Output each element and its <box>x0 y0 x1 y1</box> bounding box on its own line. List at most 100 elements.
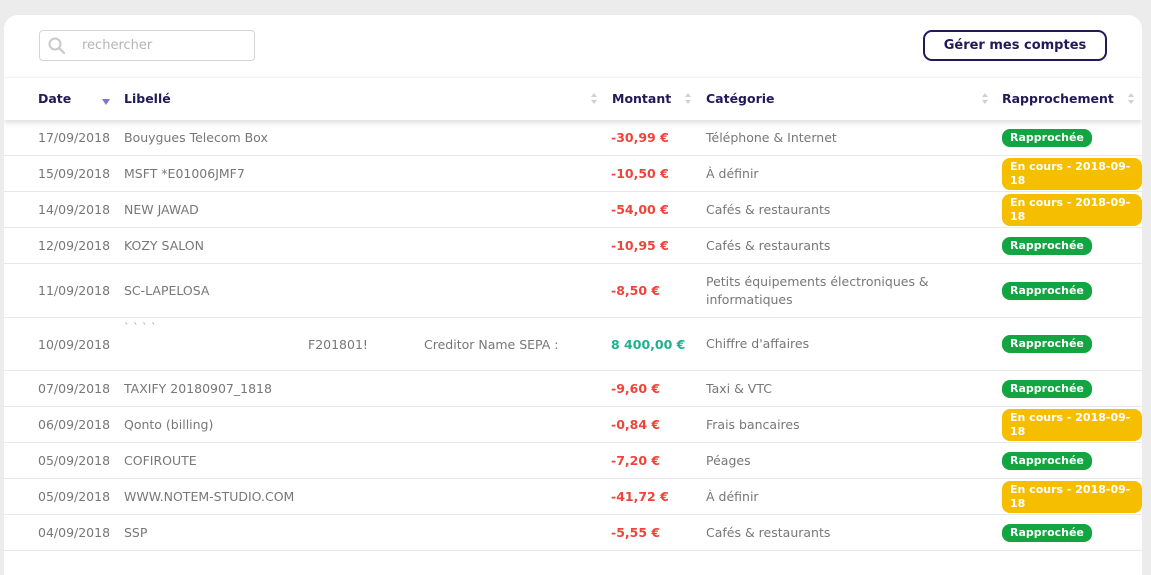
reconciliation-cell: En cours - 2018-09-18 <box>1002 407 1142 442</box>
table-row[interactable]: 14/09/2018 NEW JAWAD -54,00 € Cafés & re… <box>4 192 1142 228</box>
amount-cell: -41,72 € <box>611 489 669 504</box>
amount-cell: -7,20 € <box>611 453 661 468</box>
status-badge: Rapprochée <box>1002 236 1092 255</box>
status-badge: Rapprochée <box>1002 451 1092 470</box>
search-box[interactable] <box>39 30 255 61</box>
date-cell: 14/09/2018 <box>38 202 111 217</box>
date-cell: 15/09/2018 <box>38 166 111 181</box>
amount-cell: -9,60 € <box>611 381 661 396</box>
date-cell: 04/09/2018 <box>38 525 111 540</box>
reconciliation-cell: Rapprochée <box>1002 120 1092 155</box>
table-row[interactable]: 07/09/2018 TAXIFY 20180907_1818 -9,60 € … <box>4 371 1142 407</box>
category-cell[interactable]: Taxi & VTC <box>706 371 956 406</box>
reconciliation-cell: En cours - 2018-09-18 <box>1002 192 1142 227</box>
libelle-cell: SSP <box>124 525 148 540</box>
table-row[interactable]: 15/09/2018 MSFT *E01006JMF7 -10,50 € À d… <box>4 156 1142 192</box>
libelle-cell: Qonto (billing) <box>124 417 214 432</box>
date-cell: 07/09/2018 <box>38 381 111 396</box>
sort-icon[interactable] <box>685 93 692 105</box>
table-row[interactable]: 06/09/2018 Qonto (billing) -0,84 € Frais… <box>4 407 1142 443</box>
sort-desc-icon[interactable] <box>102 99 110 105</box>
search-icon <box>48 37 66 54</box>
transactions-card: Gérer mes comptes Date Libellé Montant C… <box>4 15 1142 575</box>
amount-cell: -54,00 € <box>611 202 669 217</box>
date-cell: 10/09/2018 <box>38 336 111 352</box>
search-input[interactable] <box>80 37 234 54</box>
column-libelle-label: Libellé <box>124 91 171 106</box>
date-cell: 12/09/2018 <box>38 238 111 253</box>
category-cell[interactable]: Téléphone & Internet <box>706 120 956 155</box>
status-badge: En cours - 2018-09-18 <box>1002 193 1142 226</box>
libelle-cell: KOZY SALON <box>124 238 204 253</box>
table-row[interactable]: 12/09/2018 KOZY SALON -10,95 € Cafés & r… <box>4 228 1142 264</box>
table-row[interactable]: 05/09/2018 WWW.NOTEM-STUDIO.COM -41,72 €… <box>4 479 1142 515</box>
status-badge: Rapprochée <box>1002 128 1092 147</box>
reconciliation-cell: En cours - 2018-09-18 <box>1002 156 1142 191</box>
sort-icon[interactable] <box>1128 93 1135 105</box>
table-row[interactable]: 11/09/2018 SC-LAPELOSA -8,50 € Petits éq… <box>4 264 1142 318</box>
libelle-cell: COFIROUTE <box>124 453 197 468</box>
table-row[interactable]: 04/09/2018 SSP -5,55 € Cafés & restauran… <box>4 515 1142 551</box>
amount-cell: -5,55 € <box>611 525 661 540</box>
date-cell: 06/09/2018 <box>38 417 111 432</box>
category-cell[interactable]: Petits équipements électroniques & infor… <box>706 264 956 317</box>
column-categorie[interactable]: Catégorie <box>706 78 775 120</box>
libelle-ticks: ` ` ` ` <box>124 321 157 334</box>
libelle-reference: F201801! <box>308 336 368 352</box>
reconciliation-cell: Rapprochée <box>1002 318 1092 370</box>
reconciliation-cell: Rapprochée <box>1002 371 1092 406</box>
table-row[interactable]: 17/09/2018 Bouygues Telecom Box -30,99 €… <box>4 120 1142 156</box>
date-cell: 05/09/2018 <box>38 489 111 504</box>
amount-cell: -0,84 € <box>611 417 661 432</box>
amount-cell: -8,50 € <box>611 283 661 298</box>
sort-icon[interactable] <box>982 93 989 105</box>
reconciliation-cell: Rapprochée <box>1002 264 1092 317</box>
reconciliation-cell: Rapprochée <box>1002 515 1092 550</box>
amount-cell: -10,50 € <box>611 166 669 181</box>
toolbar: Gérer mes comptes <box>4 15 1142 77</box>
column-date[interactable]: Date <box>38 78 71 120</box>
date-cell: 11/09/2018 <box>38 283 111 298</box>
column-date-label: Date <box>38 91 72 106</box>
status-badge: Rapprochée <box>1002 335 1092 353</box>
category-cell[interactable]: Cafés & restaurants <box>706 192 956 227</box>
category-cell[interactable]: À définir <box>706 156 956 191</box>
column-rapprochement[interactable]: Rapprochement <box>1002 78 1114 120</box>
status-badge: Rapprochée <box>1002 379 1092 398</box>
category-cell[interactable]: Péages <box>706 443 956 478</box>
date-cell: 05/09/2018 <box>38 453 111 468</box>
category-cell[interactable]: Chiffre d'affaires <box>706 318 956 370</box>
table-body: 17/09/2018 Bouygues Telecom Box -30,99 €… <box>4 120 1142 575</box>
libelle-cell: WWW.NOTEM-STUDIO.COM <box>124 489 295 504</box>
amount-cell: -10,95 € <box>611 238 669 253</box>
table-header: Date Libellé Montant Catégorie Rapproche… <box>4 77 1142 120</box>
status-badge: En cours - 2018-09-18 <box>1002 408 1142 441</box>
manage-accounts-button[interactable]: Gérer mes comptes <box>923 30 1107 61</box>
amount-cell: 8 400,00 € <box>611 336 686 352</box>
status-badge: Rapprochée <box>1002 281 1092 300</box>
table-row[interactable]: 10/09/2018 ` ` ` ` F201801! Creditor Nam… <box>4 318 1142 371</box>
category-cell[interactable]: À définir <box>706 479 956 514</box>
status-badge: En cours - 2018-09-18 <box>1002 480 1142 513</box>
amount-cell: -30,99 € <box>611 130 669 145</box>
libelle-cell: TAXIFY 20180907_1818 <box>124 381 272 396</box>
column-montant-label: Montant <box>612 91 672 106</box>
reconciliation-cell: Rapprochée <box>1002 443 1092 478</box>
column-montant[interactable]: Montant <box>612 78 671 120</box>
libelle-cell: NEW JAWAD <box>124 202 199 217</box>
category-cell[interactable]: Frais bancaires <box>706 407 956 442</box>
category-cell[interactable]: Cafés & restaurants <box>706 515 956 550</box>
libelle-cell: MSFT *E01006JMF7 <box>124 166 245 181</box>
column-categorie-label: Catégorie <box>706 91 775 106</box>
table-row[interactable]: 05/09/2018 COFIROUTE -7,20 € Péages Rapp… <box>4 443 1142 479</box>
libelle-cell: Bouygues Telecom Box <box>124 130 268 145</box>
sort-icon[interactable] <box>591 93 598 105</box>
column-libelle[interactable]: Libellé <box>124 78 171 120</box>
reconciliation-cell: En cours - 2018-09-18 <box>1002 479 1142 514</box>
column-rapprochement-label: Rapprochement <box>1002 91 1114 106</box>
table-row[interactable] <box>4 551 1142 575</box>
date-cell: 17/09/2018 <box>38 130 111 145</box>
libelle-creditor: Creditor Name SEPA : <box>424 336 559 352</box>
reconciliation-cell: Rapprochée <box>1002 228 1092 263</box>
category-cell[interactable]: Cafés & restaurants <box>706 228 956 263</box>
